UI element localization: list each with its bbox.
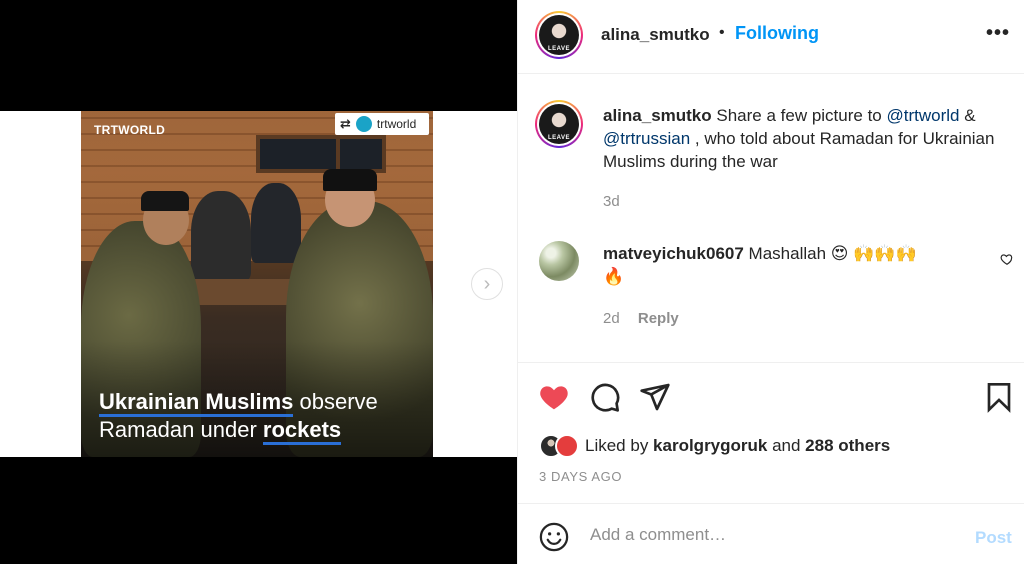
more-options-icon[interactable]: •••: [986, 22, 1010, 45]
reply-button[interactable]: Reply: [638, 310, 679, 327]
post-date[interactable]: 3 DAYS AGO: [539, 469, 622, 484]
repost-account: trtworld: [376, 117, 417, 131]
likes-count[interactable]: 288 others: [805, 436, 890, 455]
bookmark-icon[interactable]: [983, 381, 1015, 413]
commenter-avatar[interactable]: [539, 241, 579, 281]
post-caption: alina_smutko Share a few picture to @trt…: [603, 106, 995, 171]
following-button[interactable]: Following: [735, 23, 819, 44]
emoji-icon[interactable]: [539, 522, 569, 552]
send-icon[interactable]: [639, 381, 671, 413]
caption-timestamp[interactable]: 3d: [603, 193, 620, 210]
mention-trtrussian[interactable]: @trtrussian: [603, 129, 690, 148]
comment-timestamp[interactable]: 2d: [603, 310, 620, 327]
headline-bold-2: rockets: [262, 417, 342, 445]
repost-badge: ⇄ trtworld: [335, 113, 429, 135]
repost-icon: ⇄: [340, 116, 351, 131]
post-actions: Liked by karolgrygoruk and 288 others 3 …: [518, 362, 1024, 503]
post-comment-button[interactable]: Post: [975, 528, 1012, 548]
headline-bold-1: Ukrainian Muslims: [99, 389, 294, 417]
author-username[interactable]: alina_smutko: [601, 25, 710, 45]
caption-avatar[interactable]: LEAVE: [535, 100, 583, 148]
next-image-button[interactable]: ›: [471, 268, 503, 300]
post-details-panel: LEAVE alina_smutko • Following ••• LEAVE…: [517, 0, 1024, 564]
trt-world-logo: TRTWORLD: [94, 123, 166, 137]
comment-text: matveyichuk0607 Mashallah 😍 🙌🙌🙌 🔥: [603, 244, 917, 286]
comment-meta: 2d Reply: [603, 310, 679, 327]
chevron-right-icon: ›: [483, 272, 491, 295]
likes-summary: Liked by karolgrygoruk and 288 others: [539, 433, 890, 459]
headline-plain-2: Ramadan under: [99, 417, 263, 442]
commenter-username[interactable]: matveyichuk0607: [603, 244, 744, 263]
comment-icon[interactable]: [589, 381, 621, 413]
post-header: LEAVE alina_smutko • Following •••: [518, 0, 1024, 74]
mention-trtworld[interactable]: @trtworld: [886, 106, 959, 125]
post-photo[interactable]: TRTWORLD ⇄ trtworld Ukrainian Muslims ob…: [81, 111, 433, 457]
caption-username[interactable]: alina_smutko: [603, 106, 712, 125]
liker-avatar[interactable]: [555, 434, 579, 458]
headline-rest-1: observe: [293, 389, 378, 414]
add-comment-bar: Post: [518, 503, 1024, 564]
repost-avatar: [355, 116, 372, 132]
header-separator: •: [719, 24, 725, 41]
liked-by-user[interactable]: karolgrygoruk: [653, 436, 767, 455]
comment-like-icon[interactable]: [1000, 252, 1014, 266]
post-media-area: TRTWORLD ⇄ trtworld Ukrainian Muslims ob…: [0, 0, 517, 564]
heart-filled-icon[interactable]: [538, 381, 570, 413]
comment-input[interactable]: [590, 522, 950, 548]
photo-headline: Ukrainian Muslims observe Ramadan under …: [99, 388, 378, 445]
author-avatar[interactable]: LEAVE: [535, 11, 583, 59]
